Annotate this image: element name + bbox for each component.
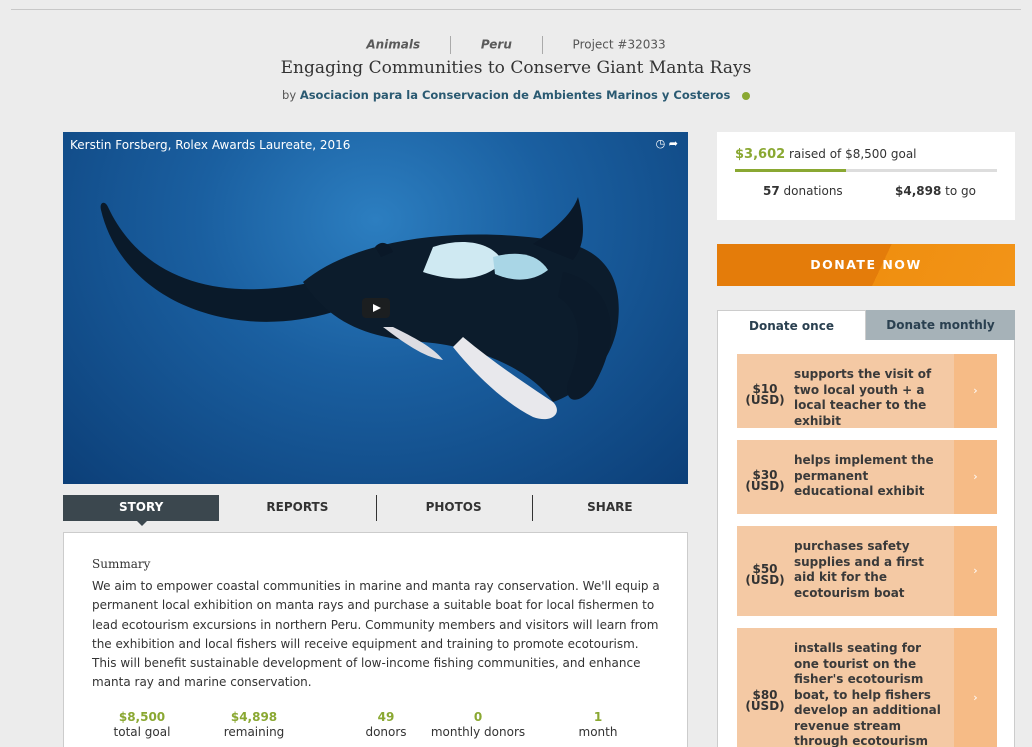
donation-currency: (USD) xyxy=(745,573,785,587)
video-controls: ◷ ➦ xyxy=(656,137,678,150)
top-divider xyxy=(11,9,1021,10)
donation-description: helps implement the permanent educationa… xyxy=(794,453,934,498)
progress-bar xyxy=(735,169,997,172)
tab-donate-monthly[interactable]: Donate monthly xyxy=(866,310,1015,341)
stat-value: $8,500 xyxy=(118,710,166,724)
chevron-right-icon[interactable]: › xyxy=(954,628,997,747)
donate-frequency-tabs: Donate once Donate monthly xyxy=(717,310,1015,341)
stat-total-goal: $8,500 total goal xyxy=(92,710,192,739)
breadcrumb: Animals Peru Project #32033 xyxy=(0,36,1032,54)
stat-month: 1 month xyxy=(548,710,648,739)
stat-label: remaining xyxy=(223,725,285,739)
project-id: Project #32033 xyxy=(572,37,666,52)
donation-amount: $80 (USD) xyxy=(737,689,793,713)
stat-label: monthly donors xyxy=(430,725,526,739)
video-player[interactable]: Kerstin Forsberg, Rolex Awards Laureate,… xyxy=(63,132,688,484)
tab-divider xyxy=(531,495,533,521)
story-tabs: STORY REPORTS PHOTOS SHARE xyxy=(63,495,688,526)
share-arrow-icon[interactable]: ➦ xyxy=(669,137,678,150)
donation-levels-panel: $10 (USD) supports the visit of two loca… xyxy=(717,340,1015,747)
raised-value: $3,602 xyxy=(735,147,786,162)
breadcrumb-divider xyxy=(449,36,451,54)
donations-label: donations xyxy=(783,184,843,198)
donation-currency: (USD) xyxy=(745,393,785,407)
donations-value: 57 xyxy=(763,184,780,198)
stat-remaining: $4,898 remaining xyxy=(204,710,304,739)
raised-text: raised of $8,500 goal xyxy=(789,147,917,161)
donation-description: supports the visit of two local youth + … xyxy=(794,367,932,428)
byline-by: by xyxy=(282,88,297,102)
stat-label: donors xyxy=(365,725,407,739)
donate-now-button[interactable]: DONATE NOW xyxy=(717,244,1015,286)
breadcrumb-divider xyxy=(541,36,543,54)
stat-value: 0 xyxy=(473,710,483,724)
tab-donate-once[interactable]: Donate once xyxy=(717,310,866,341)
donation-description: purchases safety supplies and a first ai… xyxy=(794,539,924,600)
chevron-right-icon[interactable]: › xyxy=(954,354,997,428)
donation-level-80[interactable]: $80 (USD) installs seating for one touri… xyxy=(737,628,997,747)
stat-label: total goal xyxy=(113,725,171,739)
to-go-value: $4,898 xyxy=(895,184,942,198)
byline: by Asociacion para la Conservacion de Am… xyxy=(0,88,1032,102)
to-go-amount: $4,898 to go xyxy=(895,184,976,198)
stat-donors: 49 donors xyxy=(336,710,436,739)
tab-reports[interactable]: REPORTS xyxy=(219,495,375,521)
donation-level-50[interactable]: $50 (USD) purchases safety supplies and … xyxy=(737,526,997,616)
donation-description: installs seating for one tourist on the … xyxy=(794,641,941,747)
tab-divider xyxy=(375,495,377,521)
category-peru-link[interactable]: Peru xyxy=(481,38,512,52)
page-title: Engaging Communities to Conserve Giant M… xyxy=(280,58,752,78)
chevron-right-icon[interactable]: › xyxy=(954,440,997,514)
progress-bar-fill xyxy=(735,169,847,172)
summary-text: We aim to empower coastal communities in… xyxy=(92,579,660,690)
tab-photos-label: PHOTOS xyxy=(425,500,482,514)
summary-panel: Summary We aim to empower coastal commun… xyxy=(63,532,688,747)
tab-story[interactable]: STORY xyxy=(63,495,220,526)
donation-amount: $30 (USD) xyxy=(737,469,793,493)
stat-value: 49 xyxy=(377,710,395,724)
stat-value: 1 xyxy=(593,710,603,724)
stat-label: month xyxy=(578,725,618,739)
donation-currency: (USD) xyxy=(745,699,785,713)
stat-monthly-donors: 0 monthly donors xyxy=(428,710,528,739)
donation-level-30[interactable]: $30 (USD) helps implement the permanent … xyxy=(737,440,997,514)
video-caption: Kerstin Forsberg, Rolex Awards Laureate,… xyxy=(70,138,351,152)
clock-icon[interactable]: ◷ xyxy=(656,137,666,150)
funding-progress-card: $3,602 raised of $8,500 goal 57 donation… xyxy=(717,132,1015,220)
chevron-right-icon[interactable]: › xyxy=(954,526,997,616)
to-go-label: to go xyxy=(945,184,976,198)
organization-link[interactable]: Asociacion para la Conservacion de Ambie… xyxy=(300,88,730,102)
donations-count: 57 donations xyxy=(763,184,843,198)
tab-share[interactable]: SHARE xyxy=(531,495,688,521)
tab-photos[interactable]: PHOTOS xyxy=(375,495,532,521)
raised-amount: $3,602 raised of $8,500 goal xyxy=(735,147,917,162)
verified-check-icon xyxy=(741,91,750,100)
category-animals-link[interactable]: Animals xyxy=(366,38,420,52)
donation-currency: (USD) xyxy=(745,479,785,493)
donation-amount: $10 (USD) xyxy=(737,383,793,407)
stat-value: $4,898 xyxy=(230,710,278,724)
play-icon[interactable] xyxy=(362,298,390,318)
donation-level-10[interactable]: $10 (USD) supports the visit of two loca… xyxy=(737,354,997,428)
tab-share-label: SHARE xyxy=(587,500,633,514)
summary-heading: Summary xyxy=(92,557,151,571)
donation-amount: $50 (USD) xyxy=(737,563,793,587)
